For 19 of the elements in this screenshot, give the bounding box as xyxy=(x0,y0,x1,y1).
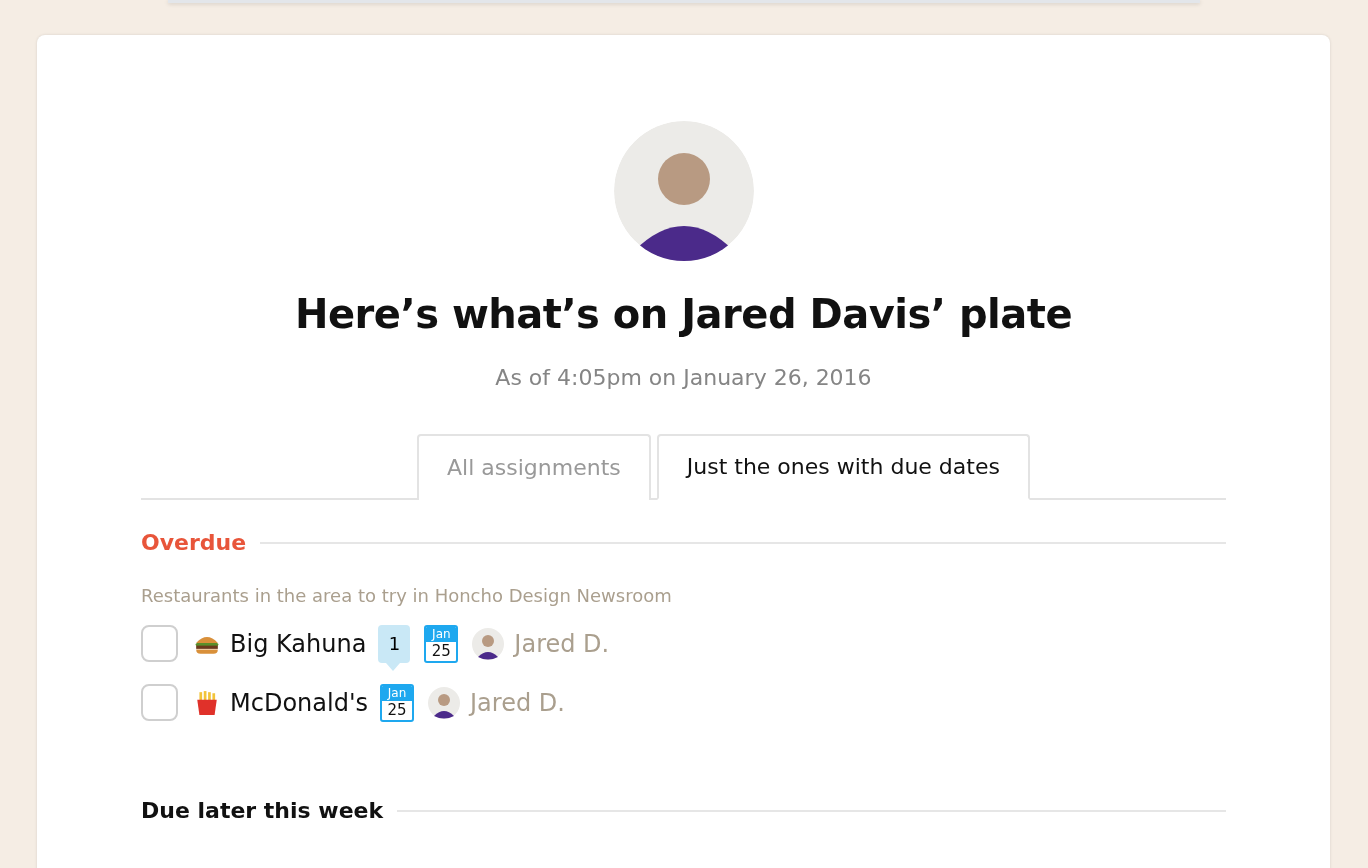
assignee-avatar xyxy=(472,627,505,660)
task-name[interactable]: Big Kahuna xyxy=(230,629,367,658)
assignee-name[interactable]: Jared D. xyxy=(514,629,610,658)
filter-tab[interactable]: All assignments xyxy=(417,434,651,500)
task-checkbox[interactable] xyxy=(141,625,178,662)
project-link[interactable]: Restaurants in the area to try in Honcho Design Newsroom xyxy=(141,585,1226,606)
comment-count: 1 xyxy=(378,624,411,671)
filter-tab[interactable]: Just the ones with due dates xyxy=(656,434,1030,500)
task-name[interactable]: McDonald's xyxy=(230,688,368,717)
task-checkbox[interactable] xyxy=(141,684,178,721)
due-date: Jan 25 xyxy=(380,683,414,722)
assignee-avatar xyxy=(428,686,460,719)
page-title: Here’s what’s on Jared Davis’ plate xyxy=(295,291,1072,337)
section-heading: Overdue xyxy=(141,530,247,555)
assignee-name[interactable]: Jared D. xyxy=(470,688,565,717)
section-heading: Due later this week xyxy=(141,798,384,823)
timestamp: As of 4:05pm on January 26, 2016 xyxy=(495,365,872,390)
fries-icon xyxy=(194,689,220,716)
due-date: Jan 25 xyxy=(424,624,459,663)
